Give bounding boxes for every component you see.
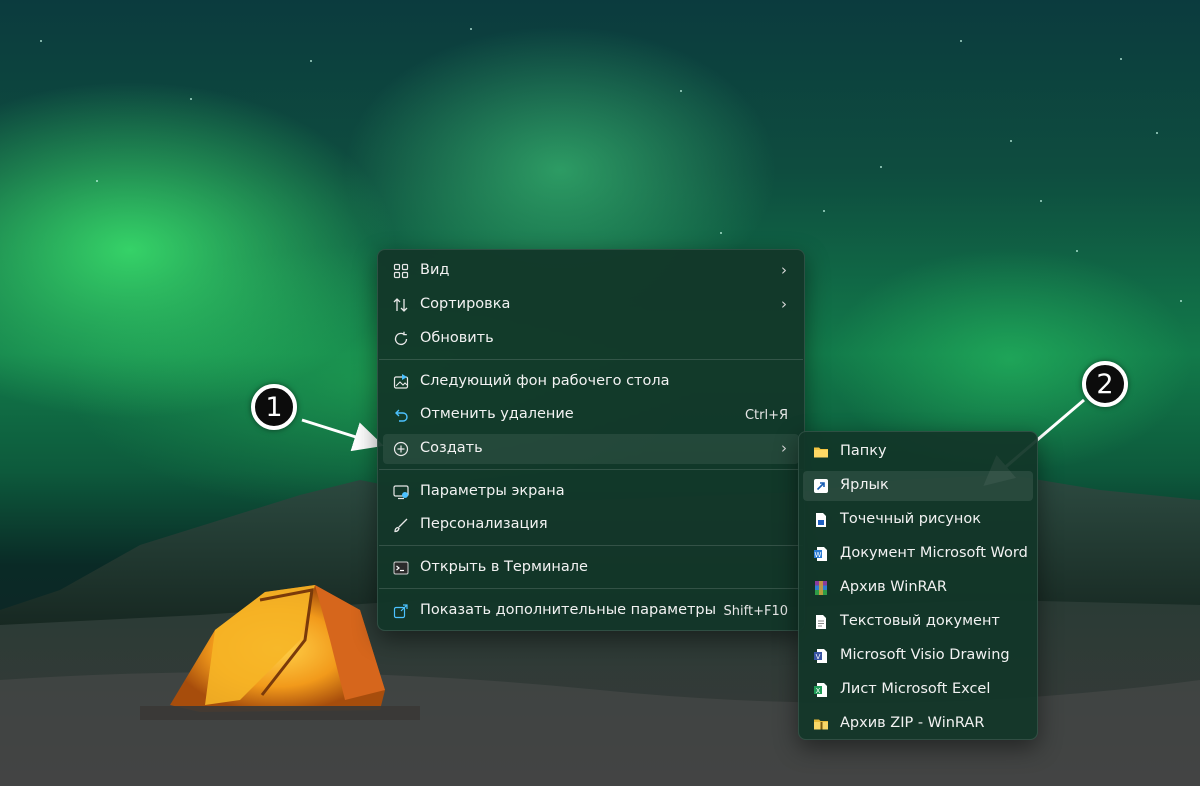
create-submenu: Папку Ярлык Точечный рисунок W Документ … [798, 431, 1038, 740]
menu-item-refresh[interactable]: Обновить [383, 324, 799, 354]
chevron-right-icon: › [781, 295, 787, 313]
svg-text:X: X [816, 687, 821, 695]
menu-item-label: Создать [420, 440, 483, 456]
menu-item-label: Следующий фон рабочего стола [420, 373, 670, 389]
display-settings-icon [392, 483, 410, 501]
submenu-item-label: Текстовый документ [840, 613, 1000, 629]
undo-icon [392, 406, 410, 424]
menu-separator [379, 469, 803, 470]
svg-text:V: V [816, 653, 821, 661]
chevron-right-icon: › [781, 439, 787, 457]
menu-item-next-background[interactable]: Следующий фон рабочего стола [383, 367, 799, 397]
desktop-wallpaper[interactable]: 1 2 Вид › Сортировка › Обновить Следующи… [0, 0, 1200, 786]
submenu-item-text-document[interactable]: Текстовый документ [803, 607, 1033, 637]
grid-icon [392, 262, 410, 280]
menu-item-sort[interactable]: Сортировка › [383, 290, 799, 320]
menu-item-label: Сортировка [420, 296, 511, 312]
submenu-item-excel[interactable]: X Лист Microsoft Excel [803, 675, 1033, 705]
svg-text:W: W [815, 551, 822, 559]
shortcut-text: Ctrl+Я [744, 408, 788, 423]
desktop-context-menu: Вид › Сортировка › Обновить Следующий фо… [377, 249, 805, 631]
submenu-item-label: Точечный рисунок [840, 511, 982, 527]
submenu-item-label: Документ Microsoft Word [840, 545, 1028, 561]
bitmap-icon [813, 512, 829, 528]
menu-item-create[interactable]: Создать › [383, 434, 799, 464]
shortcut-text: Shift+F10 [723, 604, 788, 619]
menu-item-more-options[interactable]: Показать дополнительные параметры Shift+… [383, 596, 799, 626]
chevron-right-icon: › [781, 261, 787, 279]
menu-item-label: Отменить удаление [420, 406, 574, 422]
menu-item-label: Обновить [420, 330, 494, 346]
brush-icon [392, 516, 410, 534]
excel-icon: X [813, 682, 829, 698]
menu-separator [379, 545, 803, 546]
menu-item-display-settings[interactable]: Параметры экрана [383, 477, 799, 507]
submenu-item-bitmap[interactable]: Точечный рисунок [803, 505, 1033, 535]
terminal-icon [392, 559, 410, 577]
submenu-item-label: Папку [840, 443, 887, 459]
step-badge-2: 2 [1082, 361, 1128, 407]
refresh-icon [392, 330, 410, 348]
step-badge-1: 1 [251, 384, 297, 430]
submenu-item-label: Лист Microsoft Excel [840, 681, 991, 697]
visio-icon: V [813, 648, 829, 664]
winrar-icon [813, 580, 829, 596]
menu-item-open-terminal[interactable]: Открыть в Терминале [383, 553, 799, 583]
menu-item-label: Показать дополнительные параметры [420, 602, 717, 618]
menu-item-view[interactable]: Вид › [383, 256, 799, 286]
word-icon: W [813, 546, 829, 562]
submenu-item-zip[interactable]: Архив ZIP - WinRAR [803, 709, 1033, 739]
submenu-item-word[interactable]: W Документ Microsoft Word [803, 539, 1033, 569]
submenu-item-winrar[interactable]: Архив WinRAR [803, 573, 1033, 603]
submenu-item-label: Ярлык [840, 477, 889, 493]
submenu-item-label: Архив ZIP - WinRAR [840, 715, 985, 731]
folder-icon [813, 444, 829, 460]
menu-item-label: Параметры экрана [420, 483, 565, 499]
submenu-item-label: Архив WinRAR [840, 579, 948, 595]
sort-arrows-icon [392, 296, 410, 314]
menu-item-personalization[interactable]: Персонализация [383, 510, 799, 540]
zip-icon [813, 716, 829, 732]
text-document-icon [813, 614, 829, 630]
submenu-item-shortcut[interactable]: Ярлык [803, 471, 1033, 501]
submenu-item-visio[interactable]: V Microsoft Visio Drawing [803, 641, 1033, 671]
menu-item-undo-delete[interactable]: Отменить удаление Ctrl+Я [383, 400, 799, 430]
shortcut-icon [813, 478, 829, 494]
next-background-icon [392, 373, 410, 391]
more-options-icon [392, 602, 410, 620]
menu-separator [379, 359, 803, 360]
menu-item-label: Персонализация [420, 516, 548, 532]
submenu-item-label: Microsoft Visio Drawing [840, 647, 1010, 663]
menu-item-label: Вид [420, 262, 450, 278]
menu-item-label: Открыть в Терминале [420, 559, 588, 575]
plus-circle-icon [392, 440, 410, 458]
menu-separator [379, 588, 803, 589]
submenu-item-folder[interactable]: Папку [803, 437, 1033, 467]
